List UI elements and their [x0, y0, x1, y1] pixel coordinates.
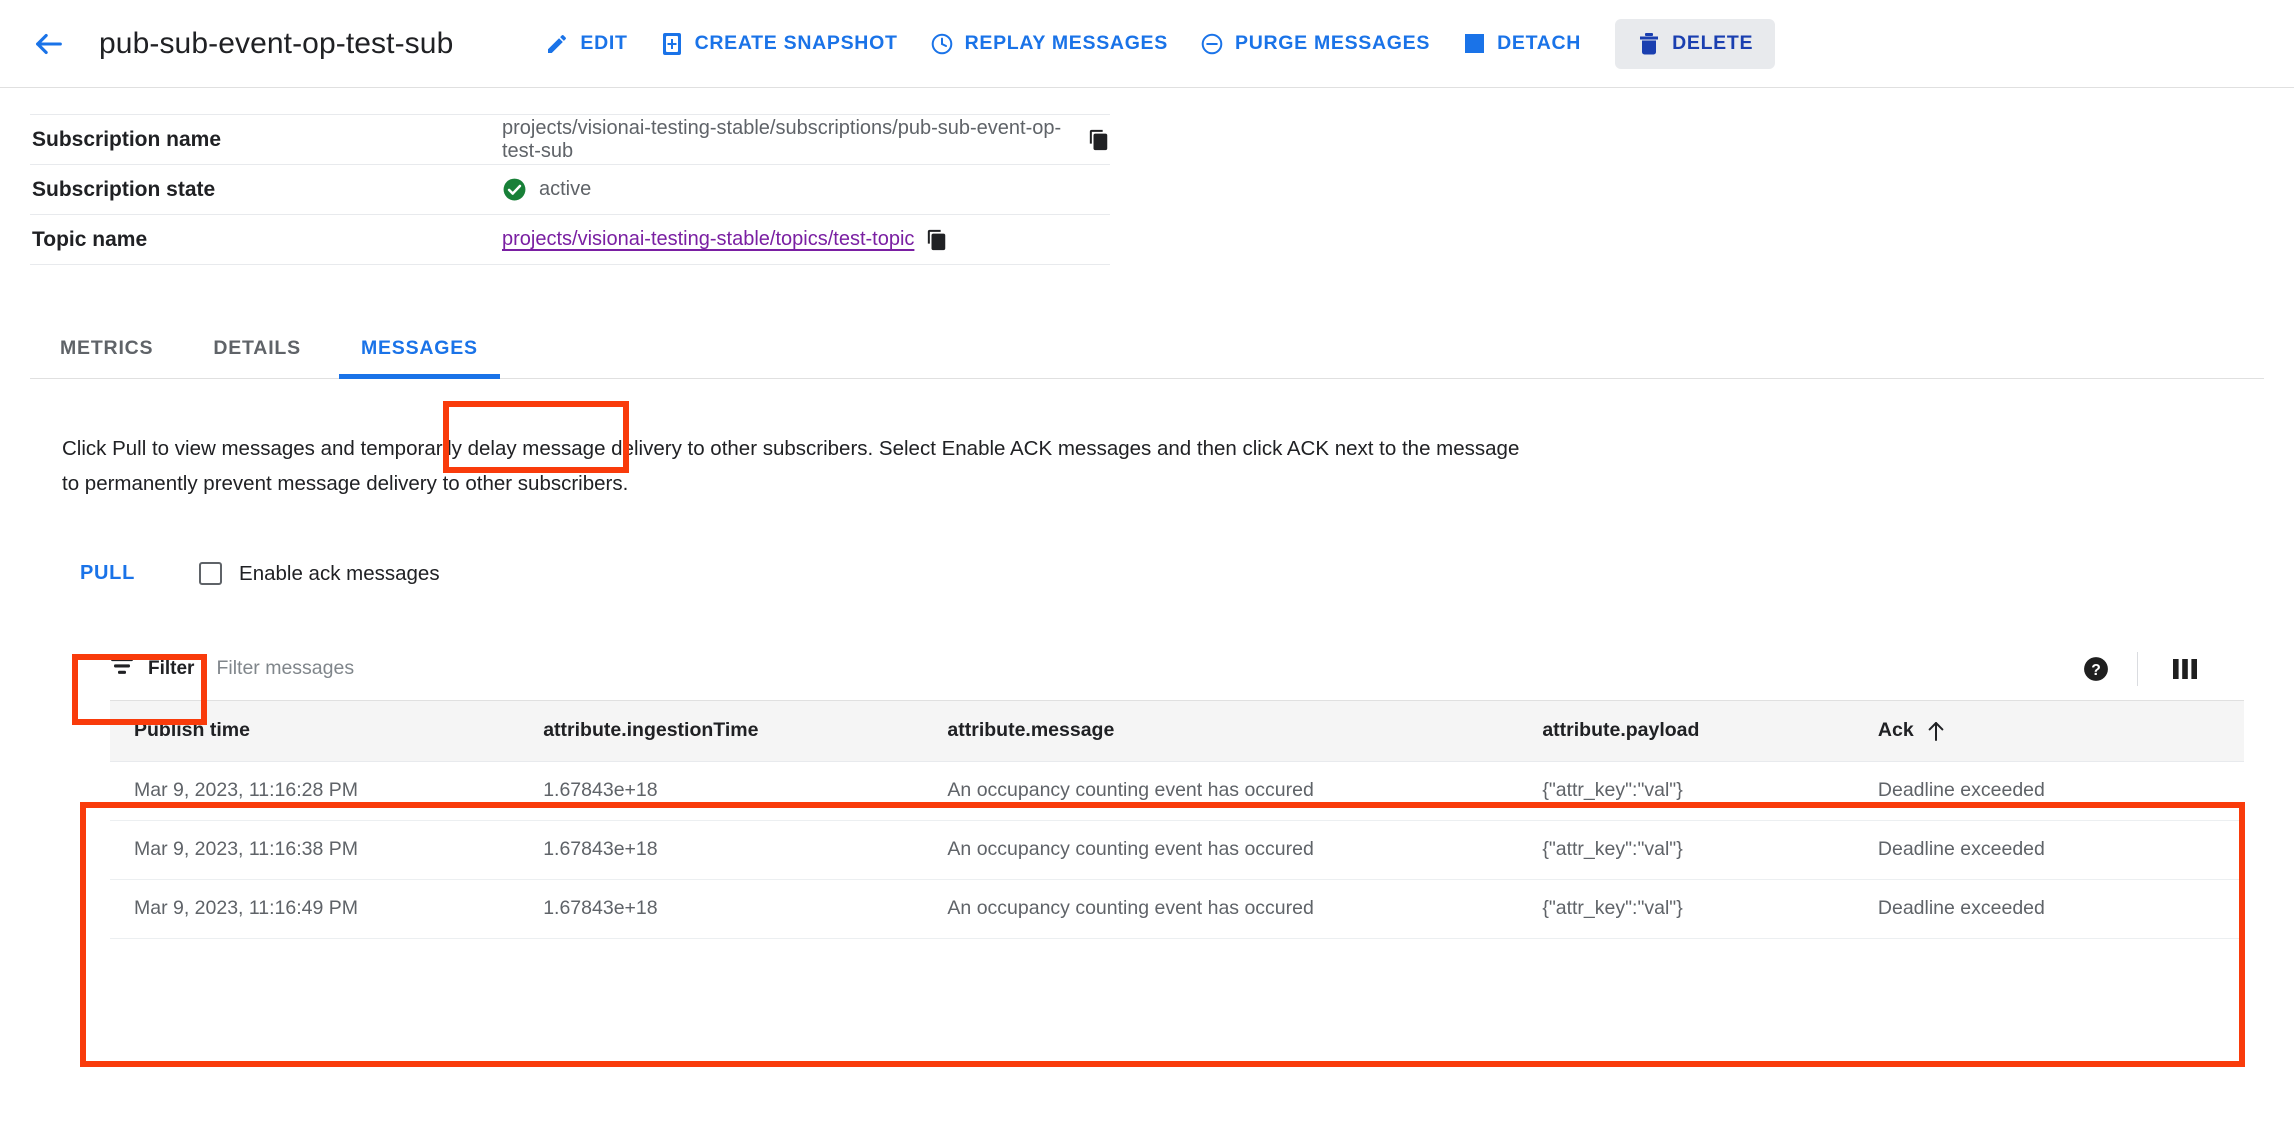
messages-table: Publish time attribute.ingestionTime att… [110, 700, 2244, 939]
cell-message: An occupancy counting event has occured [947, 820, 1543, 880]
filter-bar: Filter Filter messages ? [110, 638, 2244, 701]
copy-subscription-name-icon[interactable] [1088, 129, 1110, 151]
cell-publish-time: Mar 9, 2023, 11:16:49 PM [110, 879, 544, 939]
cell-ingestion-time: 1.67843e+18 [543, 879, 948, 939]
status-check-icon [502, 177, 527, 202]
info-value-subscription-name: projects/visionai-testing-stable/subscri… [502, 114, 1110, 165]
info-row-subscription-state: Subscription state active [30, 164, 1110, 215]
purge-messages-button[interactable]: PURGE MESSAGES [1184, 21, 1446, 67]
cell-message: An occupancy counting event has occured [947, 879, 1543, 939]
tab-metrics[interactable]: METRICS [30, 337, 183, 378]
subscription-state-value: active [539, 178, 592, 200]
enable-ack-messages-checkbox[interactable]: Enable ack messages [199, 562, 440, 586]
cell-ingestion-time: 1.67843e+18 [543, 761, 948, 821]
topic-name-link[interactable]: projects/visionai-testing-stable/topics/… [502, 228, 914, 251]
toolbar-actions: EDIT CREATE SNAPSHOT REPLAY MESSAGES PUR… [529, 18, 1776, 69]
tab-messages[interactable]: MESSAGES [331, 337, 508, 379]
pull-row: PULL Enable ack messages [60, 546, 2294, 602]
column-header-payload[interactable]: attribute.payload [1542, 700, 1878, 762]
tabs-container: METRICS DETAILS MESSAGES [0, 337, 2294, 379]
help-circle-icon[interactable]: ? [2055, 656, 2137, 682]
svg-text:?: ? [2091, 661, 2101, 678]
subscription-info-table: Subscription name projects/visionai-test… [30, 114, 1110, 265]
column-header-ingestion-time-label: attribute.ingestionTime [543, 719, 759, 741]
cell-ack: Deadline exceeded [1877, 879, 2244, 939]
tab-bar: METRICS DETAILS MESSAGES [30, 337, 2264, 379]
messages-table-card: Filter Filter messages ? Publish time at… [110, 638, 2244, 975]
cell-publish-time: Mar 9, 2023, 11:16:38 PM [110, 820, 544, 880]
info-key-topic-name: Topic name [30, 214, 502, 265]
pencil-icon [545, 32, 569, 56]
create-snapshot-label: CREATE SNAPSHOT [694, 32, 898, 54]
column-header-message-label: attribute.message [947, 719, 1115, 741]
info-row-topic-name: Topic name projects/visionai-testing-sta… [30, 214, 1110, 265]
delete-button[interactable]: DELETE [1615, 18, 1776, 69]
filter-label: Filter [148, 657, 195, 679]
cell-payload: {"attr_key":"val"} [1542, 820, 1878, 880]
filter-bar-actions: ? [2055, 651, 2226, 686]
purge-messages-label: PURGE MESSAGES [1234, 32, 1431, 54]
table-row[interactable]: Mar 9, 2023, 11:16:28 PM 1.67843e+18 An … [110, 761, 2244, 821]
arrow-left-icon [32, 27, 66, 61]
columns-icon[interactable] [2138, 658, 2226, 680]
subscription-name-value: projects/visionai-testing-stable/subscri… [502, 116, 1062, 162]
trash-icon [1637, 32, 1661, 56]
info-key-subscription-name: Subscription name [30, 114, 502, 165]
filter-input[interactable]: Filter messages [216, 657, 354, 680]
tab-details[interactable]: DETAILS [183, 337, 331, 378]
column-header-publish-time-label: Publish time [134, 719, 250, 741]
messages-description: Click Pull to view messages and temporar… [62, 437, 1520, 496]
detach-label: DETACH [1497, 32, 1582, 54]
filter-control[interactable]: Filter [110, 656, 194, 681]
clock-icon [930, 32, 954, 56]
table-row[interactable]: Mar 9, 2023, 11:16:38 PM 1.67843e+18 An … [110, 820, 2244, 880]
detach-button[interactable]: DETACH [1446, 21, 1597, 67]
replay-messages-button[interactable]: REPLAY MESSAGES [914, 21, 1184, 67]
cell-ack: Deadline exceeded [1877, 761, 2244, 821]
cell-ingestion-time: 1.67843e+18 [543, 820, 948, 880]
cell-message: An occupancy counting event has occured [947, 761, 1543, 821]
app-toolbar: pub-sub-event-op-test-sub EDIT CREATE SN… [0, 0, 2294, 88]
table-footer-space [110, 939, 2244, 975]
info-value-subscription-state: active [502, 164, 1110, 215]
filter-icon [110, 656, 134, 681]
column-header-message[interactable]: attribute.message [947, 700, 1543, 762]
create-snapshot-button[interactable]: CREATE SNAPSHOT [644, 21, 914, 67]
snapshot-icon [660, 32, 684, 56]
table-header-row: Publish time attribute.ingestionTime att… [110, 700, 2244, 762]
info-key-subscription-state: Subscription state [30, 164, 502, 215]
subscription-info: Subscription name projects/visionai-test… [0, 88, 2294, 265]
edit-button[interactable]: EDIT [529, 21, 643, 67]
column-header-payload-label: attribute.payload [1542, 719, 1700, 741]
column-header-ack-label: Ack [1877, 719, 1914, 741]
square-icon [1462, 32, 1486, 56]
replay-messages-label: REPLAY MESSAGES [964, 32, 1168, 54]
column-header-publish-time[interactable]: Publish time [110, 700, 544, 762]
page-title: pub-sub-event-op-test-sub [99, 26, 454, 60]
cell-ack: Deadline exceeded [1877, 820, 2244, 880]
arrow-up-icon [1927, 720, 1945, 742]
edit-button-label: EDIT [580, 32, 628, 54]
messages-table-body: Mar 9, 2023, 11:16:28 PM 1.67843e+18 An … [110, 761, 2244, 939]
info-value-topic-name: projects/visionai-testing-stable/topics/… [502, 214, 1110, 265]
minus-circle-icon [1200, 32, 1224, 56]
column-header-ingestion-time[interactable]: attribute.ingestionTime [543, 700, 948, 762]
checkbox-box[interactable] [199, 562, 223, 585]
table-row[interactable]: Mar 9, 2023, 11:16:49 PM 1.67843e+18 An … [110, 879, 2244, 939]
cell-payload: {"attr_key":"val"} [1542, 879, 1878, 939]
info-row-subscription-name: Subscription name projects/visionai-test… [30, 114, 1110, 165]
pull-button[interactable]: PULL [60, 548, 155, 599]
back-button[interactable] [26, 21, 72, 67]
copy-topic-name-icon[interactable] [926, 229, 948, 251]
cell-publish-time: Mar 9, 2023, 11:16:28 PM [110, 761, 544, 821]
messages-table-head: Publish time attribute.ingestionTime att… [110, 700, 2244, 762]
column-header-ack[interactable]: Ack [1877, 700, 2244, 762]
enable-ack-messages-label: Enable ack messages [239, 561, 440, 585]
delete-label: DELETE [1672, 32, 1754, 54]
cell-payload: {"attr_key":"val"} [1542, 761, 1878, 821]
